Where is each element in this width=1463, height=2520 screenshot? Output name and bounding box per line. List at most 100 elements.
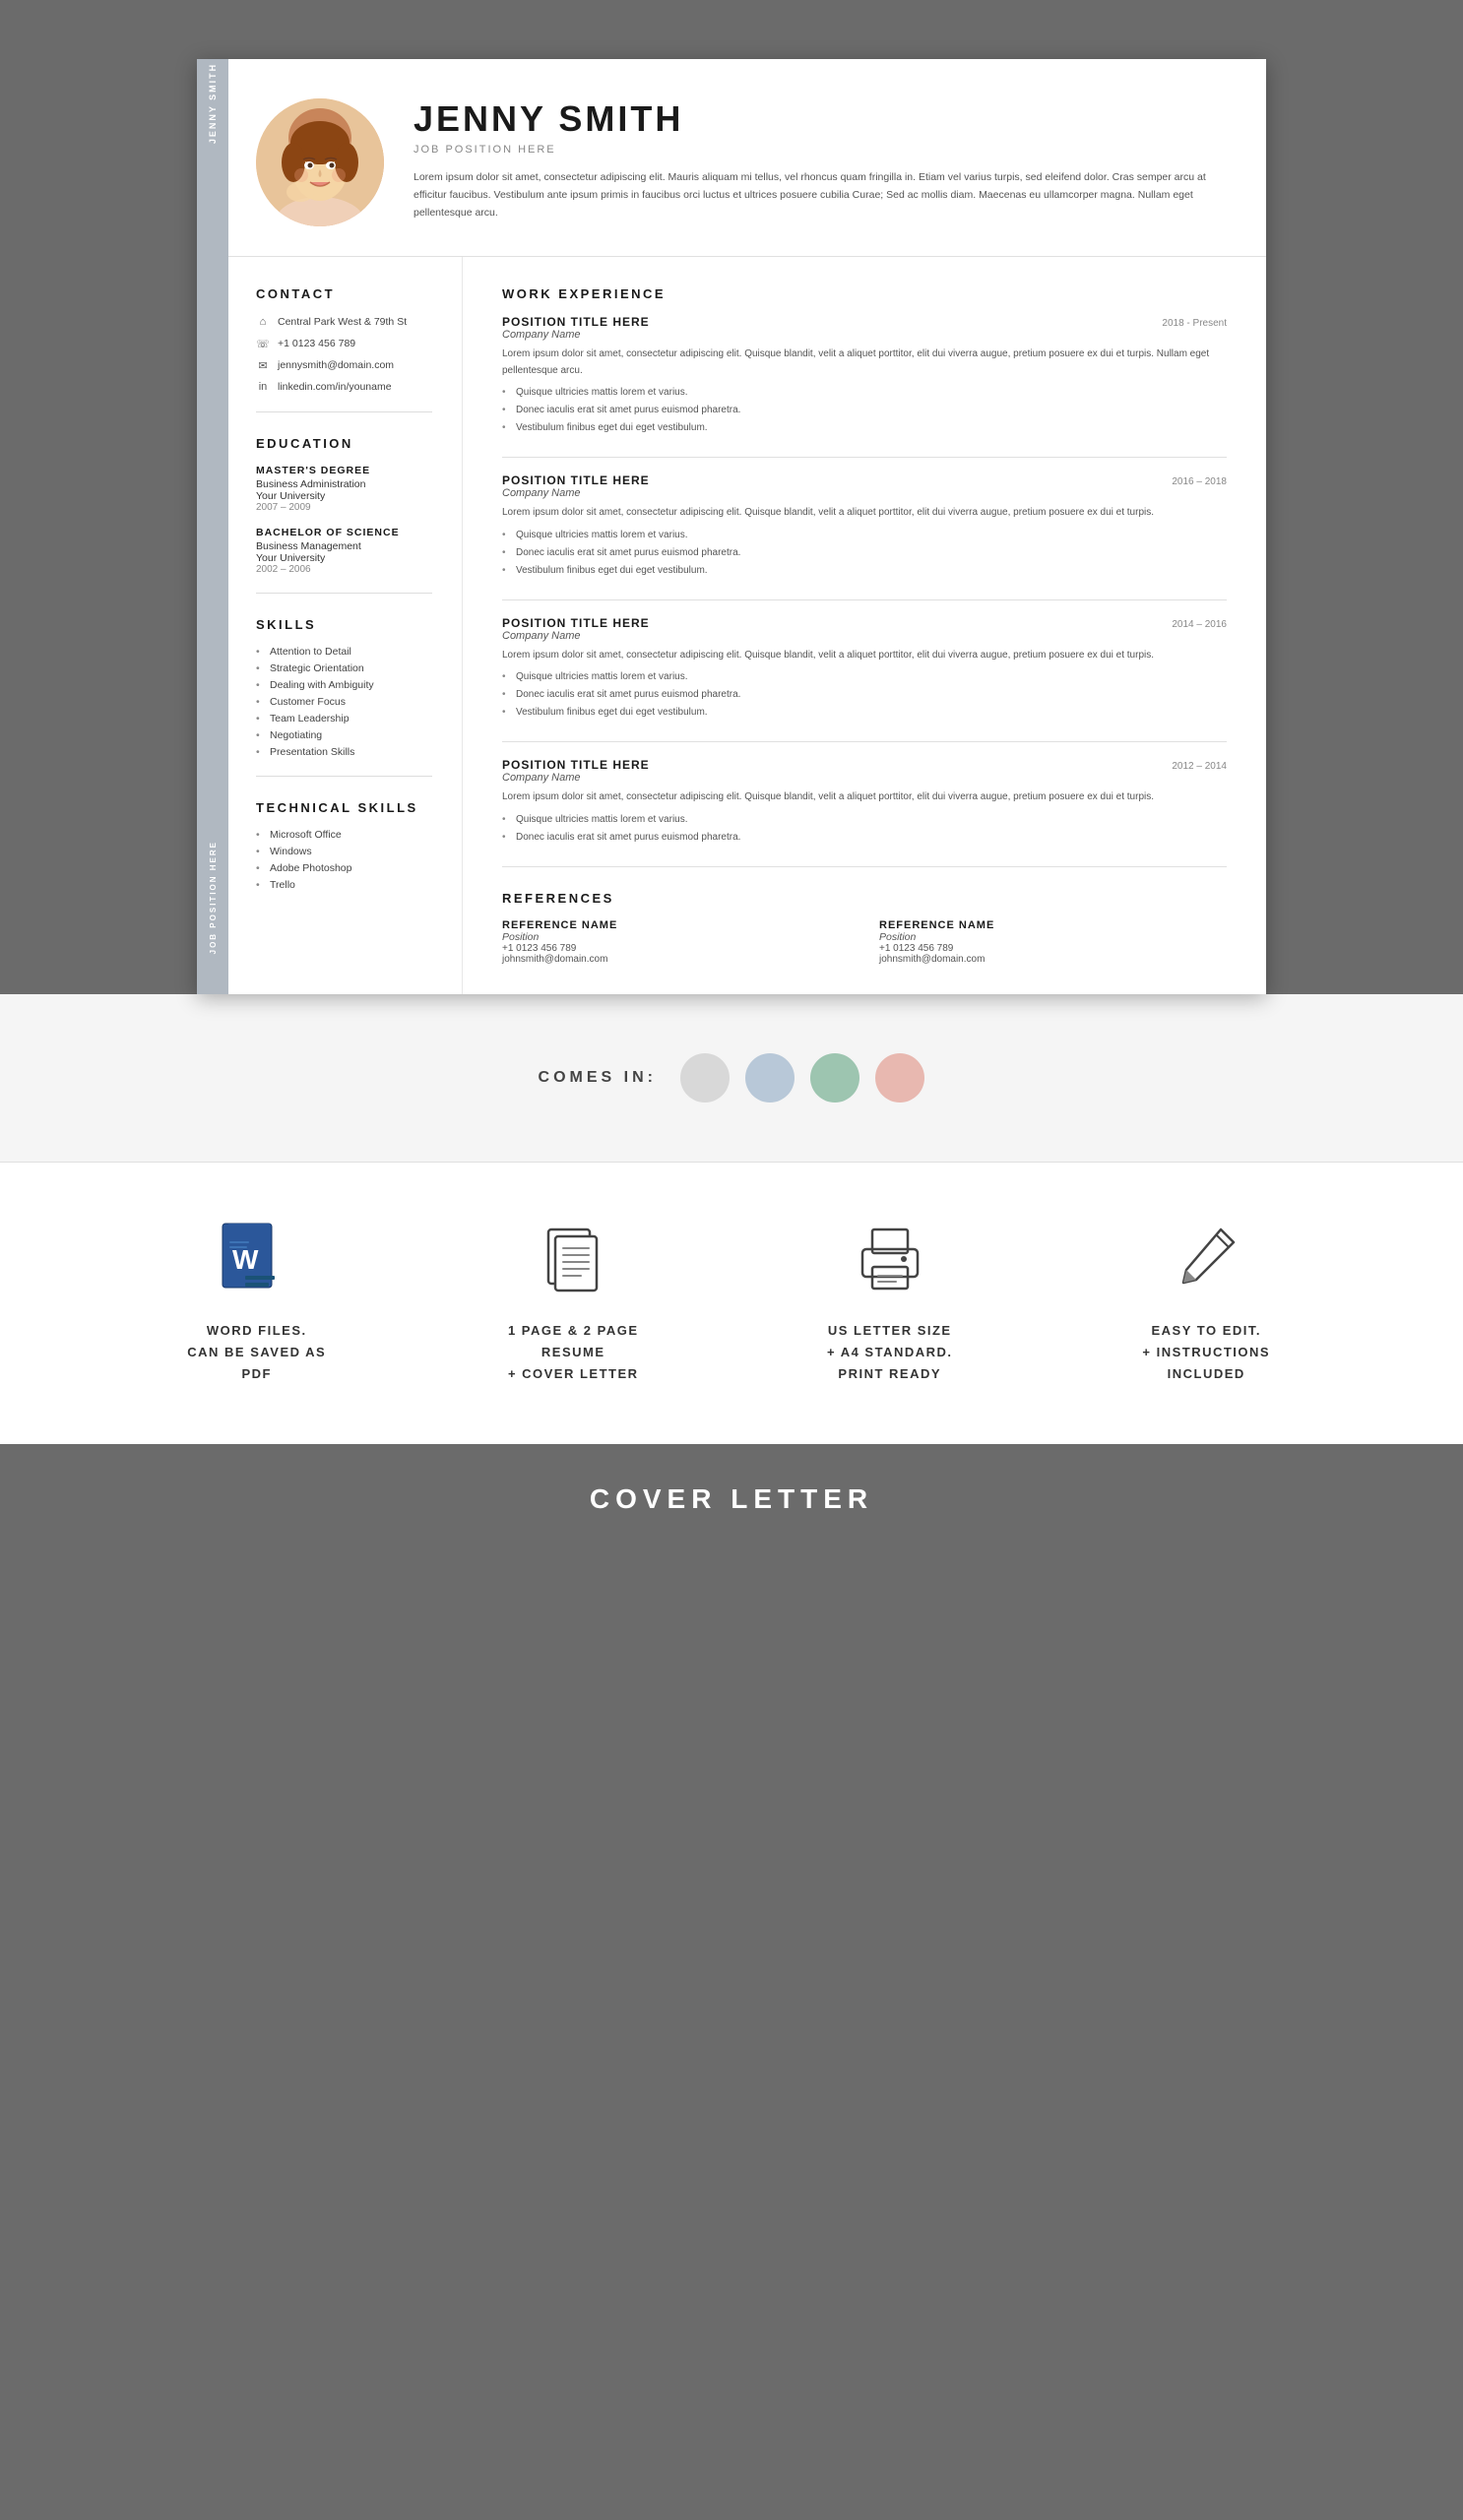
job-bullet: Vestibulum finibus eget dui eget vestibu… <box>502 420 1227 435</box>
job-company-4: Company Name <box>502 772 1227 784</box>
ref-email-1: johnsmith@domain.com <box>502 954 850 965</box>
feature-print: US LETTER SIZE+ A4 STANDARD.PRINT READY <box>792 1222 988 1385</box>
swatch-blue <box>745 1053 795 1102</box>
svg-text:W: W <box>232 1244 259 1275</box>
sidebar-strip: JENNY SMITH JOB POSITION HERE <box>197 59 228 994</box>
home-icon: ⌂ <box>256 315 270 329</box>
tech-skill-item: Adobe Photoshop <box>256 862 432 874</box>
tech-skills-list: Microsoft Office Windows Adobe Photoshop… <box>256 829 432 891</box>
word-icon: W <box>218 1222 296 1300</box>
edu-degree-1: MASTER'S DEGREE <box>256 465 432 476</box>
job-bullets-3: Quisque ultricies mattis lorem et varius… <box>502 669 1227 720</box>
color-swatches <box>680 1053 924 1102</box>
header-info: JENNY SMITH JOB POSITION HERE Lorem ipsu… <box>413 98 1217 222</box>
email-text: jennysmith@domain.com <box>278 359 394 371</box>
phone-text: +1 0123 456 789 <box>278 338 355 349</box>
feature-word-text: WORD FILES.CAN BE SAVED ASPDF <box>187 1320 326 1385</box>
right-column: WORK EXPERIENCE POSITION TITLE HERE 2018… <box>463 257 1266 994</box>
comes-in-label: COMES IN: <box>539 1069 657 1087</box>
contact-address: ⌂ Central Park West & 79th St <box>256 315 432 329</box>
cover-letter-label: COVER LETTER <box>39 1483 1424 1515</box>
job-desc-2: Lorem ipsum dolor sit amet, consectetur … <box>502 505 1227 522</box>
swatch-green <box>810 1053 859 1102</box>
contact-phone: ☏ +1 0123 456 789 <box>256 337 432 350</box>
tech-skills-section-title: TECHNICAL SKILLS <box>256 800 432 815</box>
job-bullets-2: Quisque ultricies mattis lorem et varius… <box>502 528 1227 578</box>
job-entry-2: POSITION TITLE HERE 2016 – 2018 Company … <box>502 473 1227 578</box>
job-bullet: Donec iaculis erat sit amet purus euismo… <box>502 403 1227 417</box>
job-bullet: Donec iaculis erat sit amet purus euismo… <box>502 830 1227 845</box>
divider-skills-tech <box>256 776 432 777</box>
edu-degree-2: BACHELOR OF SCIENCE <box>256 527 432 538</box>
profile-avatar-svg <box>256 98 384 226</box>
candidate-name: JENNY SMITH <box>413 98 1217 140</box>
edu-school-1: Your University <box>256 490 432 502</box>
skill-item: Negotiating <box>256 729 432 741</box>
left-column: CONTACT ⌂ Central Park West & 79th St ☏ … <box>197 257 463 994</box>
profile-photo <box>256 98 384 226</box>
address-text: Central Park West & 79th St <box>278 316 407 328</box>
email-icon: ✉ <box>256 358 270 372</box>
resume-body: CONTACT ⌂ Central Park West & 79th St ☏ … <box>197 257 1266 994</box>
swatch-pink <box>875 1053 924 1102</box>
job-header-2: POSITION TITLE HERE 2016 – 2018 <box>502 473 1227 487</box>
resume-header: JENNY SMITH JOB POSITION HERE Lorem ipsu… <box>197 59 1266 257</box>
feature-edit: EASY TO EDIT.+ INSTRUCTIONSINCLUDED <box>1108 1222 1304 1385</box>
ref-phone-2: +1 0123 456 789 <box>879 943 1227 954</box>
job-company-2: Company Name <box>502 487 1227 499</box>
skill-item: Customer Focus <box>256 696 432 708</box>
job-desc-3: Lorem ipsum dolor sit amet, consectetur … <box>502 648 1227 664</box>
job-header-3: POSITION TITLE HERE 2014 – 2016 <box>502 616 1227 630</box>
feature-edit-text: EASY TO EDIT.+ INSTRUCTIONSINCLUDED <box>1142 1320 1270 1385</box>
resume-card: JENNY SMITH JOB POSITION HERE <box>197 59 1266 994</box>
linkedin-icon: in <box>256 380 270 394</box>
skill-item: Strategic Orientation <box>256 662 432 674</box>
job-desc-1: Lorem ipsum dolor sit amet, consectetur … <box>502 346 1227 379</box>
edu-field-2: Business Management <box>256 540 432 552</box>
job-dates-1: 2018 - Present <box>1162 318 1227 329</box>
job-entry-3: POSITION TITLE HERE 2014 – 2016 Company … <box>502 616 1227 721</box>
job-dates-2: 2016 – 2018 <box>1172 476 1227 487</box>
print-icon <box>851 1222 929 1300</box>
job-title-1: POSITION TITLE HERE <box>502 315 650 329</box>
work-section-title: WORK EXPERIENCE <box>502 286 1227 301</box>
job-bullet: Vestibulum finibus eget dui eget vestibu… <box>502 563 1227 578</box>
job-title-3: POSITION TITLE HERE <box>502 616 650 630</box>
sidebar-position-text: JOB POSITION HERE <box>209 841 218 954</box>
job-company-3: Company Name <box>502 630 1227 642</box>
ref-name-1: REFERENCE NAME <box>502 919 850 931</box>
job-bullet: Quisque ultricies mattis lorem et varius… <box>502 669 1227 684</box>
job-bullets-4: Quisque ultricies mattis lorem et varius… <box>502 812 1227 845</box>
tech-skill-item: Windows <box>256 846 432 857</box>
work-divider-2 <box>502 599 1227 600</box>
feature-word: W WORD FILES.CAN BE SAVED ASPDF <box>159 1222 355 1385</box>
page-wrapper: JENNY SMITH JOB POSITION HERE <box>0 0 1463 994</box>
tech-skill-item: Microsoft Office <box>256 829 432 841</box>
job-bullet: Donec iaculis erat sit amet purus euismo… <box>502 687 1227 702</box>
ref-name-2: REFERENCE NAME <box>879 919 1227 931</box>
edu-field-1: Business Administration <box>256 478 432 490</box>
references-section-title: REFERENCES <box>502 891 1227 906</box>
skills-list: Attention to Detail Strategic Orientatio… <box>256 646 432 758</box>
work-divider-4 <box>502 866 1227 867</box>
job-entry-1: POSITION TITLE HERE 2018 - Present Compa… <box>502 315 1227 435</box>
feature-pages-text: 1 PAGE & 2 PAGERESUME+ COVER LETTER <box>508 1320 639 1385</box>
job-bullet: Vestibulum finibus eget dui eget vestibu… <box>502 705 1227 720</box>
skills-section-title: SKILLS <box>256 617 432 632</box>
edit-icon <box>1167 1222 1245 1300</box>
job-desc-4: Lorem ipsum dolor sit amet, consectetur … <box>502 789 1227 806</box>
contact-linkedin: in linkedin.com/in/youname <box>256 380 432 394</box>
ref-phone-1: +1 0123 456 789 <box>502 943 850 954</box>
skill-item: Attention to Detail <box>256 646 432 658</box>
references-grid: REFERENCE NAME Position +1 0123 456 789 … <box>502 919 1227 965</box>
job-header-1: POSITION TITLE HERE 2018 - Present <box>502 315 1227 329</box>
ref-position-1: Position <box>502 931 850 943</box>
job-title-4: POSITION TITLE HERE <box>502 758 650 772</box>
skill-item: Team Leadership <box>256 713 432 724</box>
work-divider-3 <box>502 741 1227 742</box>
job-entry-4: POSITION TITLE HERE 2012 – 2014 Company … <box>502 758 1227 845</box>
job-dates-4: 2012 – 2014 <box>1172 761 1227 772</box>
ref-position-2: Position <box>879 931 1227 943</box>
job-company-1: Company Name <box>502 329 1227 341</box>
phone-icon: ☏ <box>256 337 270 350</box>
